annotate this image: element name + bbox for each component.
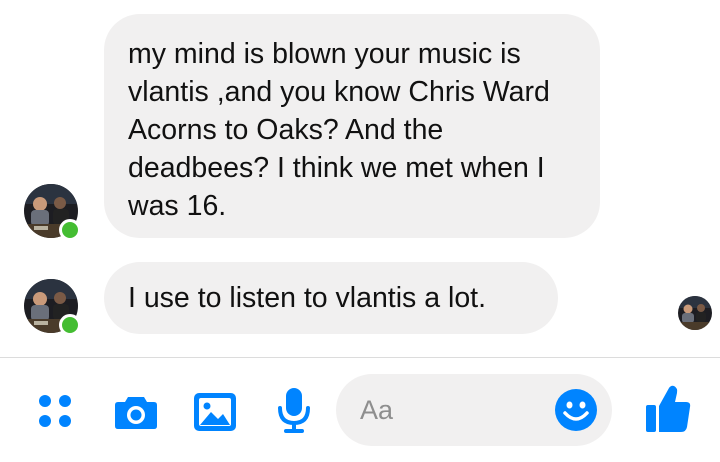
online-status-indicator	[59, 219, 81, 241]
gallery-icon[interactable]	[192, 389, 238, 435]
emoji-icon[interactable]	[554, 388, 598, 432]
camera-icon[interactable]	[112, 388, 160, 436]
online-status-indicator	[59, 314, 81, 336]
more-apps-icon[interactable]	[36, 392, 76, 432]
message-composer[interactable]	[336, 374, 612, 446]
message-text: my mind is blown your music is vlantis ,…	[128, 38, 550, 222]
composer-divider	[0, 357, 720, 358]
message-bubble[interactable]: my mind is blown your music is vlantis ,…	[104, 14, 600, 238]
contact-avatar[interactable]	[24, 279, 81, 336]
contact-avatar[interactable]	[24, 184, 81, 241]
messenger-chat-screen: my mind is blown your music is vlantis ,…	[0, 0, 720, 462]
thumbs-up-icon[interactable]	[644, 384, 692, 434]
message-input[interactable]	[360, 392, 550, 428]
message-text: I use to listen to vlantis a lot.	[128, 282, 487, 314]
read-receipt-avatar	[678, 296, 712, 330]
microphone-icon[interactable]	[276, 386, 312, 436]
message-bubble[interactable]: I use to listen to vlantis a lot.	[104, 262, 558, 334]
